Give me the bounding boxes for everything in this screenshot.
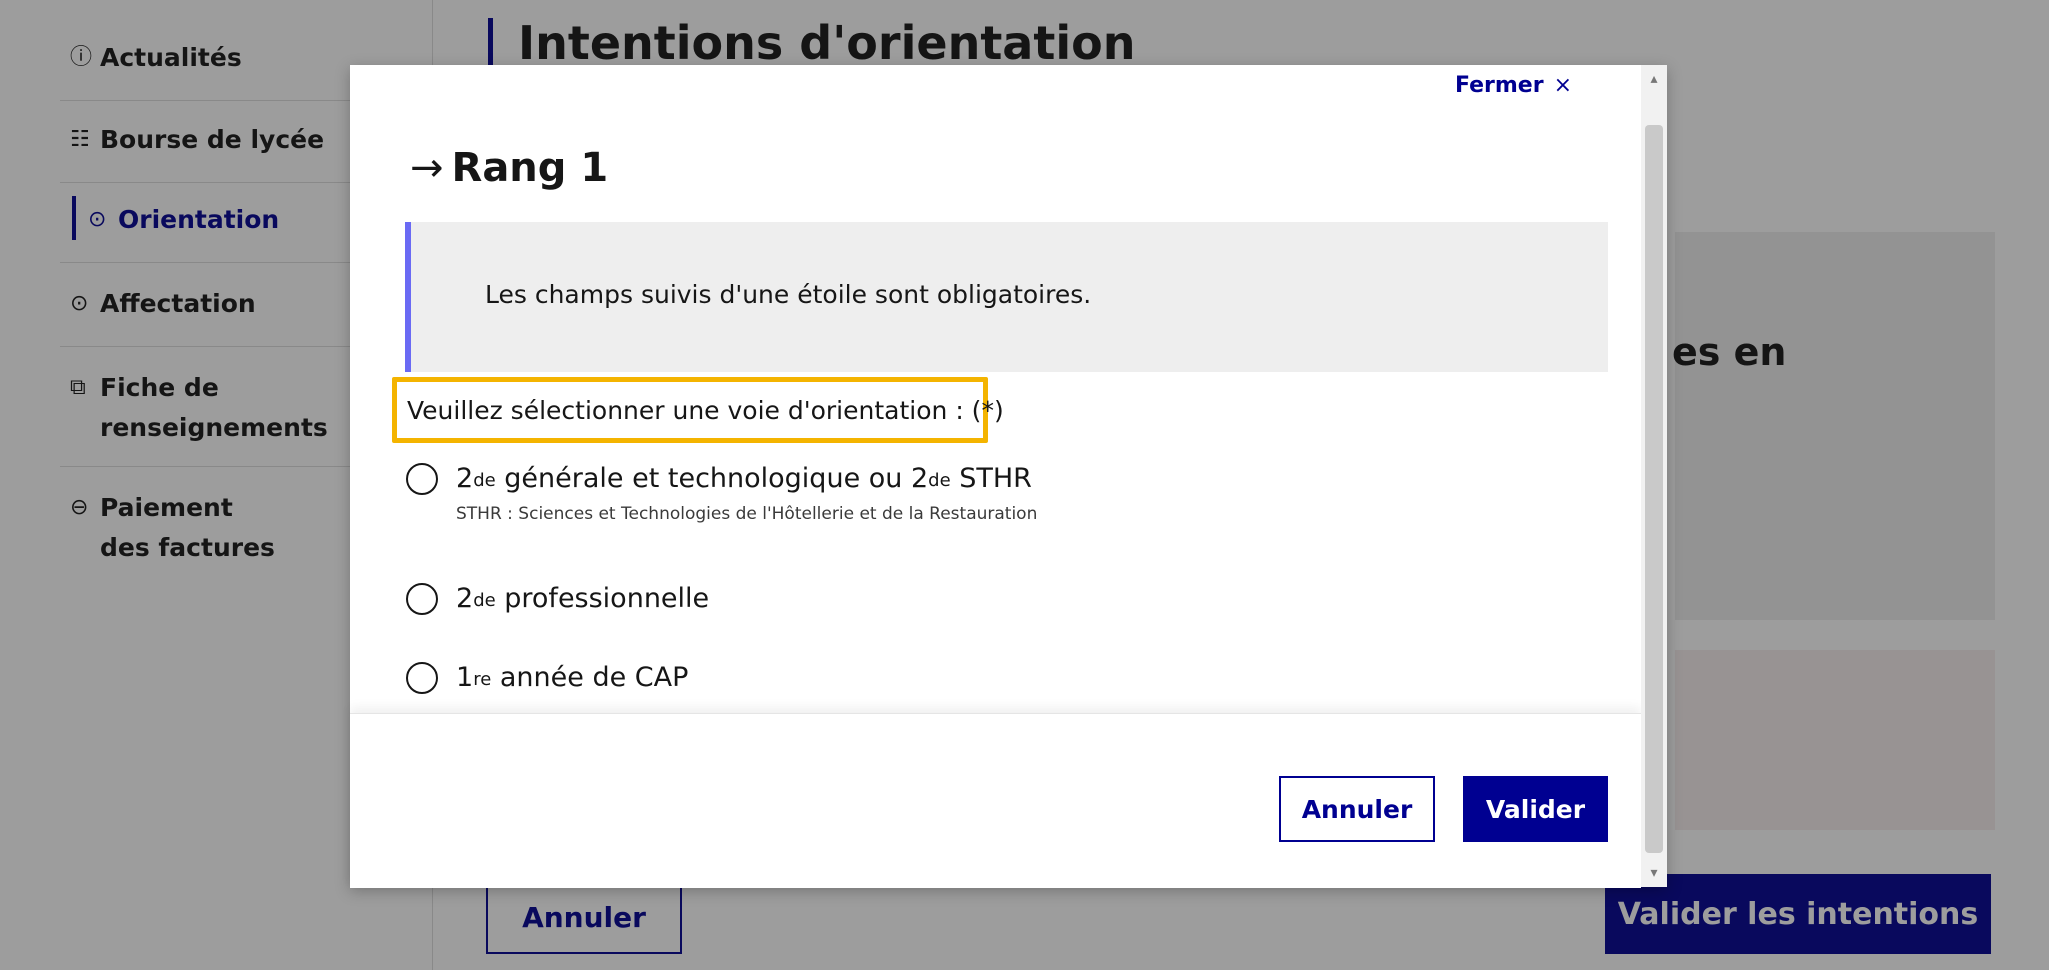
notice-accent: [405, 222, 411, 372]
arrow-right-icon: →: [410, 145, 444, 191]
modal-footer: Annuler Valider: [350, 713, 1641, 888]
option-label: 1re année de CAP: [456, 662, 689, 693]
scroll-thumb[interactable]: [1645, 125, 1663, 853]
required-notice: Les champs suivis d'une étoile sont obli…: [405, 222, 1608, 372]
orientation-legend: Veuillez sélectionner une voie d'orienta…: [392, 377, 1004, 443]
modal-title: → Rang 1: [410, 145, 608, 191]
radio-option-2de-generale[interactable]: 2de générale et technologique ou 2de STH…: [406, 463, 1037, 524]
cancel-button[interactable]: Annuler: [1279, 776, 1435, 842]
radio-option-cap[interactable]: 1re année de CAP: [406, 662, 688, 697]
option-hint: STHR : Sciences et Technologies de l'Hôt…: [456, 504, 1038, 524]
radio-button[interactable]: [406, 463, 438, 495]
modal-scrollbar[interactable]: ▴ ▾: [1641, 65, 1667, 887]
radio-option-2de-pro[interactable]: 2de professionnelle: [406, 583, 709, 618]
option-label: 2de générale et technologique ou 2de STH…: [456, 463, 1032, 494]
radio-button[interactable]: [406, 662, 438, 694]
notice-text: Les champs suivis d'une étoile sont obli…: [485, 280, 1092, 309]
validate-button[interactable]: Valider: [1463, 776, 1608, 842]
radio-button[interactable]: [406, 583, 438, 615]
chevron-down-icon[interactable]: ▾: [1644, 865, 1664, 881]
option-label: 2de professionnelle: [456, 583, 710, 614]
close-icon: ×: [1553, 73, 1572, 98]
close-button[interactable]: Fermer ×: [1455, 73, 1572, 98]
modal-title-text: Rang 1: [451, 145, 609, 191]
rank-modal: Fermer × → Rang 1 Les champs suivis d'une …: [350, 65, 1667, 888]
chevron-up-icon[interactable]: ▴: [1644, 71, 1664, 87]
close-label: Fermer: [1454, 73, 1544, 98]
